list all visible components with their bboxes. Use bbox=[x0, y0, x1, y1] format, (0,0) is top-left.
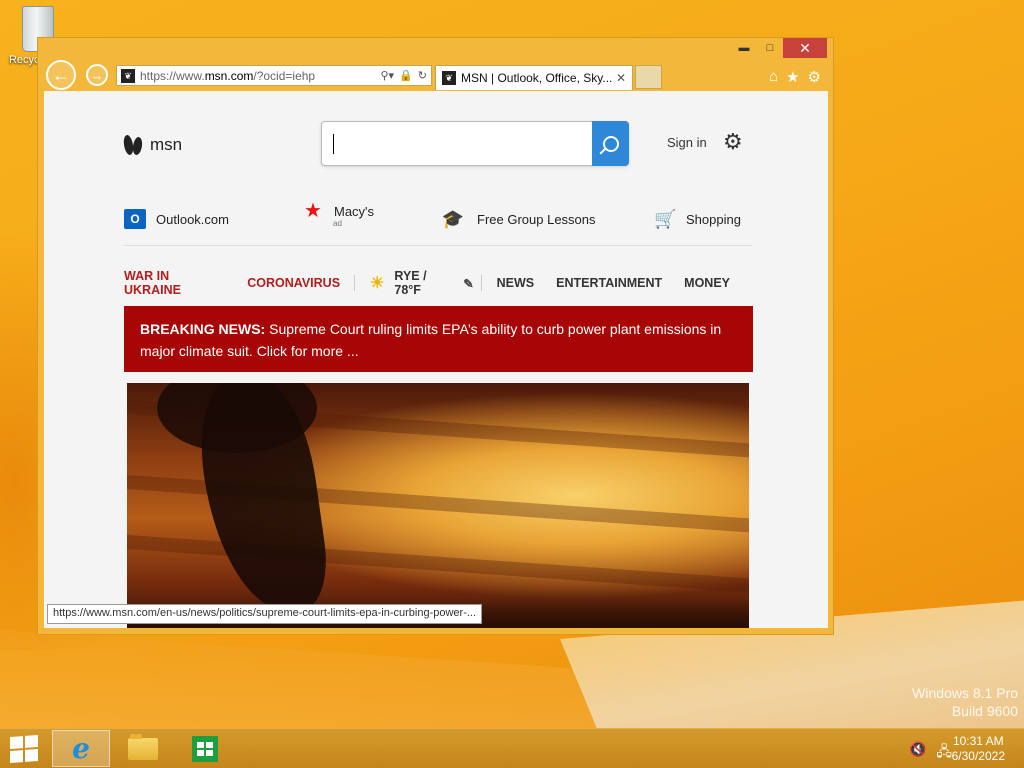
system-tray: 🔇 🖧 bbox=[909, 741, 952, 765]
home-icon[interactable]: ⌂ bbox=[769, 68, 778, 86]
url-domain: msn.com bbox=[204, 68, 254, 83]
nav-news[interactable]: NEWS bbox=[497, 276, 535, 290]
browser-toolbar-icons: ⌂ ★ ⚙ bbox=[769, 68, 821, 86]
msn-favicon-icon: ❦ bbox=[442, 71, 456, 85]
msn-butterfly-icon bbox=[124, 133, 144, 157]
volume-muted-icon[interactable]: 🔇 bbox=[909, 741, 926, 765]
settings-gear-icon[interactable]: ⚙ bbox=[723, 129, 743, 155]
status-bar-url: https://www.msn.com/en-us/news/politics/… bbox=[47, 604, 483, 624]
quicklink-label: Free Group Lessons bbox=[477, 212, 596, 227]
url-path: /?ocid=iehp bbox=[253, 68, 316, 83]
page-content: msn Sign in ⚙ O Outlook.com ★ Macy's ad … bbox=[44, 91, 828, 628]
back-button[interactable]: ← bbox=[46, 60, 76, 90]
address-url[interactable]: https://www.msn.com/?ocid=iehp bbox=[140, 69, 315, 83]
store-icon bbox=[192, 735, 218, 762]
text-caret bbox=[333, 134, 334, 154]
store-icon-pane bbox=[206, 749, 213, 756]
address-bar[interactable]: ❦ https://www.msn.com/?ocid=iehp ⚲▾ 🔒 ↻ bbox=[116, 65, 432, 86]
nav-money[interactable]: MONEY bbox=[684, 276, 730, 290]
search-input[interactable] bbox=[321, 121, 629, 166]
ie-window: ▬ □ ✕ ← → ❦ https://www.msn.com/?ocid=ie… bbox=[37, 37, 834, 635]
top-nav: WAR IN UKRAINE CORONAVIRUS ☀ RYE / 78°F … bbox=[124, 269, 752, 297]
quicklink-label: Outlook.com bbox=[156, 211, 229, 227]
start-button[interactable] bbox=[10, 735, 38, 763]
sign-in-link[interactable]: Sign in bbox=[667, 135, 707, 150]
windows-watermark: Windows 8.1 Pro Build 9600 bbox=[912, 684, 1018, 720]
tab-title: MSN | Outlook, Office, Sky... bbox=[461, 71, 613, 85]
quicklink-macys[interactable]: ★ Macy's ad bbox=[302, 200, 375, 228]
msn-logo-text: msn bbox=[150, 135, 183, 154]
shopping-cart-icon: 🛒 bbox=[654, 209, 677, 229]
maximize-button[interactable]: □ bbox=[757, 38, 783, 58]
nav-weather[interactable]: ☀ RYE / 78°F ✎ bbox=[370, 269, 474, 297]
ad-label: ad bbox=[333, 219, 342, 228]
quicklink-label: Shopping bbox=[686, 212, 741, 227]
tab-close-icon[interactable]: ✕ bbox=[616, 71, 626, 85]
address-tools: ⚲▾ 🔒 ↻ bbox=[381, 69, 432, 82]
window-controls: ▬ □ ✕ bbox=[731, 38, 827, 58]
maximize-icon: □ bbox=[766, 42, 774, 54]
minimize-button[interactable]: ▬ bbox=[731, 38, 757, 58]
quick-links: O Outlook.com ★ Macy's ad 🎓 Free Group L… bbox=[124, 199, 752, 246]
nav-divider bbox=[480, 275, 482, 291]
windows-logo-pane bbox=[25, 735, 38, 748]
outlook-icon: O bbox=[124, 209, 146, 229]
watermark-edition: Windows 8.1 Pro bbox=[912, 685, 1018, 701]
search-dropdown-icon[interactable]: ⚲▾ bbox=[381, 69, 395, 82]
tab-msn[interactable]: ❦ MSN | Outlook, Office, Sky... ✕ bbox=[435, 65, 633, 90]
weather-text: RYE / 78°F bbox=[394, 269, 427, 297]
watermark-build: Build 9600 bbox=[951, 703, 1018, 719]
windows-logo-pane bbox=[10, 750, 23, 763]
nav-coronavirus[interactable]: CORONAVIRUS bbox=[247, 276, 340, 290]
store-icon-pane bbox=[206, 741, 213, 748]
graduation-cap-icon: 🎓 bbox=[441, 209, 465, 229]
quicklink-group-lessons[interactable]: 🎓 Free Group Lessons bbox=[439, 209, 596, 230]
windows-logo-pane bbox=[25, 749, 38, 762]
forward-arrow-icon: → bbox=[90, 67, 104, 83]
store-icon-pane bbox=[197, 749, 204, 756]
minimize-icon: ▬ bbox=[738, 42, 750, 54]
nav-divider bbox=[354, 275, 356, 291]
taskbar-store[interactable] bbox=[176, 730, 234, 767]
folder-icon bbox=[128, 733, 158, 760]
msn-logo[interactable]: msn bbox=[124, 133, 182, 157]
search-button[interactable] bbox=[592, 121, 629, 166]
taskbar-internet-explorer[interactable]: e bbox=[52, 730, 110, 767]
taskbar-clock[interactable]: 10:31 AM 6/30/2022 bbox=[952, 734, 1005, 764]
image-band bbox=[127, 533, 749, 597]
breaking-news-banner[interactable]: BREAKING NEWS: Supreme Court ruling limi… bbox=[124, 306, 753, 372]
search-icon bbox=[602, 135, 619, 152]
settings-gear-icon[interactable]: ⚙ bbox=[808, 68, 821, 86]
clock-date: 6/30/2022 bbox=[951, 749, 1005, 763]
clock-time: 10:31 AM bbox=[952, 734, 1004, 748]
new-tab-button[interactable] bbox=[635, 65, 662, 89]
back-arrow-icon: ← bbox=[52, 64, 70, 85]
close-button[interactable]: ✕ bbox=[783, 38, 827, 58]
store-icon-pane bbox=[197, 741, 204, 748]
desktop-wallpaper-shape bbox=[0, 630, 600, 730]
refresh-icon[interactable]: ↻ bbox=[418, 69, 427, 82]
url-prefix: https://www. bbox=[140, 68, 205, 83]
network-icon[interactable]: 🖧 bbox=[936, 741, 952, 765]
quicklink-label: Macy's bbox=[334, 203, 375, 219]
nav-war-in-ukraine[interactable]: WAR IN UKRAINE bbox=[124, 269, 226, 297]
quicklink-shopping[interactable]: 🛒 Shopping bbox=[654, 209, 741, 230]
taskbar-file-explorer[interactable] bbox=[114, 730, 172, 767]
macys-star-icon: ★ bbox=[304, 200, 322, 222]
forward-button[interactable]: → bbox=[86, 64, 108, 86]
nav-entertainment[interactable]: ENTERTAINMENT bbox=[556, 276, 662, 290]
quicklink-outlook[interactable]: O Outlook.com bbox=[124, 209, 229, 229]
windows-logo-pane bbox=[10, 736, 23, 749]
edit-pencil-icon[interactable]: ✎ bbox=[463, 276, 473, 291]
hero-image[interactable] bbox=[127, 383, 749, 628]
lock-icon[interactable]: 🔒 bbox=[399, 69, 413, 82]
breaking-news-label: BREAKING NEWS: bbox=[140, 321, 266, 337]
favorites-star-icon[interactable]: ★ bbox=[786, 68, 799, 86]
taskbar: e 🔇 🖧 10:31 AM 6/30/2022 bbox=[0, 728, 1024, 768]
sun-icon: ☀ bbox=[370, 275, 385, 292]
msn-favicon-icon: ❦ bbox=[121, 68, 135, 83]
close-icon: ✕ bbox=[799, 39, 811, 56]
internet-explorer-icon: e bbox=[72, 732, 90, 765]
